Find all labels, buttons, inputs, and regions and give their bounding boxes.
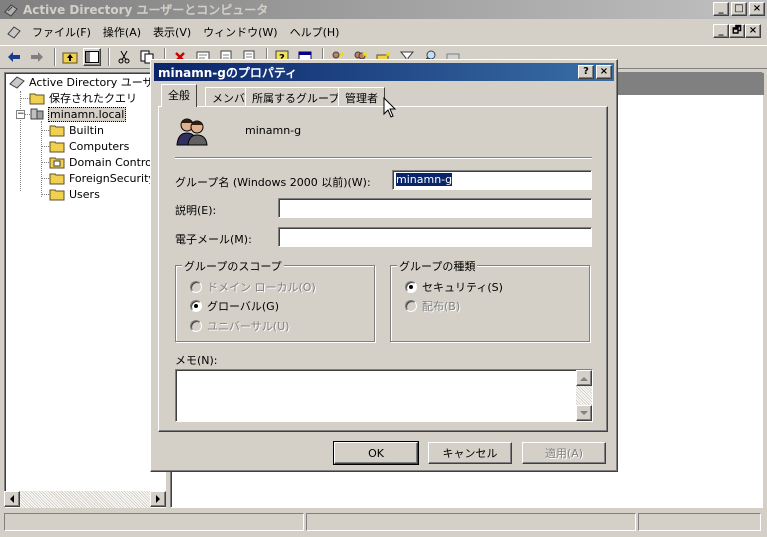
minimize-button[interactable]: _ [713, 2, 729, 16]
mouse-cursor-icon [383, 97, 397, 118]
scope-universal-radio[interactable]: ユニバーサル(U) [190, 318, 289, 334]
folder-icon [29, 93, 45, 105]
folder-icon [49, 189, 65, 201]
type-security-radio[interactable]: セキュリティ(S) [405, 279, 503, 295]
ou-folder-icon [49, 157, 65, 169]
radio-label: グローバル(G) [207, 300, 279, 313]
tab-member-of[interactable]: 所属するグループ [245, 87, 347, 107]
up-folder-icon[interactable] [60, 47, 80, 67]
cancel-button[interactable]: キャンセル [428, 442, 512, 464]
active-directory-icon [4, 3, 18, 17]
help-button[interactable]: ? [578, 65, 594, 79]
tree-item-label: minamn.local [48, 106, 127, 122]
menu-help[interactable]: ヘルプ(H) [284, 24, 346, 40]
tree-item-label: Computers [69, 139, 130, 153]
maximize-button[interactable]: □ [731, 2, 747, 16]
menu-action[interactable]: 操作(A) [97, 24, 147, 40]
folder-icon [49, 141, 65, 153]
tree-item-domain-controllers[interactable]: Domain Controll [49, 154, 159, 170]
menu-bar: ファイル(F) 操作(A) 表示(V) ウィンドウ(W) ヘルプ(H) _ 🗗 … [0, 21, 767, 43]
dialog-title-bar[interactable]: minamn-gのプロパティ ? × [154, 63, 614, 81]
scroll-track[interactable] [20, 491, 150, 508]
toolbar-separator [108, 48, 110, 66]
menu-window[interactable]: ウィンドウ(W) [197, 24, 283, 40]
radio-circle [190, 300, 202, 312]
status-panel [4, 513, 304, 531]
mdi-close-button[interactable]: × [745, 24, 761, 38]
status-panel [306, 513, 636, 531]
email-field[interactable] [278, 227, 592, 247]
radio-circle [190, 281, 202, 293]
tree-root[interactable]: Active Directory ユーザー [9, 74, 166, 90]
notes-scrollbar[interactable] [576, 370, 592, 421]
scroll-right-button[interactable] [150, 491, 166, 507]
radio-label: 配布(B) [422, 300, 461, 313]
tab-general[interactable]: 全般 [161, 84, 197, 107]
folder-icon [49, 173, 65, 185]
menu-file[interactable]: ファイル(F) [26, 24, 97, 40]
radio-label: ユニバーサル(U) [207, 320, 290, 333]
tree-item-label: Users [69, 187, 100, 201]
scroll-down-button[interactable] [576, 405, 592, 421]
dialog-close-button[interactable]: × [596, 65, 612, 79]
tree-horizontal-scrollbar[interactable] [4, 491, 166, 508]
back-arrow-icon[interactable] [4, 47, 24, 67]
pre2000-name-field[interactable]: minamn-g [392, 170, 592, 190]
show-hide-tree-icon[interactable] [83, 48, 101, 66]
main-window-title: Active Directory ユーザーとコンピュータ [23, 3, 269, 17]
console-icon[interactable] [6, 24, 22, 40]
apply-button[interactable]: 適用(A) [522, 442, 606, 464]
scroll-left-button[interactable] [4, 491, 20, 507]
scope-global-radio[interactable]: グローバル(G) [190, 298, 279, 314]
radio-circle [190, 320, 202, 332]
tree-root-label: Active Directory ユーザー [29, 76, 165, 89]
tree-item-computers[interactable]: Computers [49, 138, 130, 154]
tab-managed-by[interactable]: 管理者 [338, 87, 385, 107]
close-button[interactable]: × [749, 2, 765, 16]
radio-label: セキュリティ(S) [422, 281, 503, 294]
status-bar [0, 511, 767, 533]
domain-icon [30, 108, 44, 120]
mdi-minimize-button[interactable]: _ [713, 24, 729, 38]
tree-item-domain[interactable]: minamn.local [29, 106, 127, 122]
notes-field[interactable] [175, 369, 593, 422]
radio-circle [405, 300, 417, 312]
description-field[interactable] [278, 198, 592, 218]
status-panel [638, 513, 761, 531]
dialog-title: minamn-gのプロパティ [158, 65, 298, 80]
tree-item-users[interactable]: Users [49, 186, 101, 202]
tree-item-label: 保存されたクエリ [49, 92, 137, 105]
tree-item-builtin[interactable]: Builtin [49, 122, 105, 138]
collapse-icon[interactable]: − [16, 110, 25, 119]
scope-domain-local-radio[interactable]: ドメイン ローカル(O) [190, 279, 316, 295]
pre2000-name-value: minamn-g [396, 173, 453, 186]
toolbar-separator [54, 48, 56, 66]
tree-item-label: ForeignSecurityI [69, 171, 159, 185]
scroll-track[interactable] [576, 386, 592, 405]
forward-arrow-icon[interactable] [27, 47, 47, 67]
folder-icon [49, 125, 65, 137]
tree-item-saved-queries[interactable]: 保存されたクエリ [29, 90, 138, 106]
mdi-restore-button[interactable]: 🗗 [729, 24, 745, 38]
main-title-bar[interactable]: Active Directory ユーザーとコンピュータ _ □ × [0, 0, 767, 19]
menu-view[interactable]: 表示(V) [147, 24, 197, 40]
scroll-up-button[interactable] [576, 370, 592, 386]
ok-button[interactable]: OK [333, 441, 419, 465]
type-distribution-radio[interactable]: 配布(B) [405, 298, 460, 314]
console-tree-pane[interactable]: Active Directory ユーザー 保存されたクエリ − minamn.… [4, 72, 166, 508]
tree-item-foreign-security[interactable]: ForeignSecurityI [49, 170, 159, 186]
active-directory-icon [9, 76, 25, 89]
radio-circle [405, 281, 417, 293]
radio-label: ドメイン ローカル(O) [207, 281, 316, 294]
cut-icon[interactable] [114, 47, 134, 67]
tree-item-label: Builtin [69, 123, 104, 137]
tree-item-label: Domain Controll [69, 155, 158, 169]
